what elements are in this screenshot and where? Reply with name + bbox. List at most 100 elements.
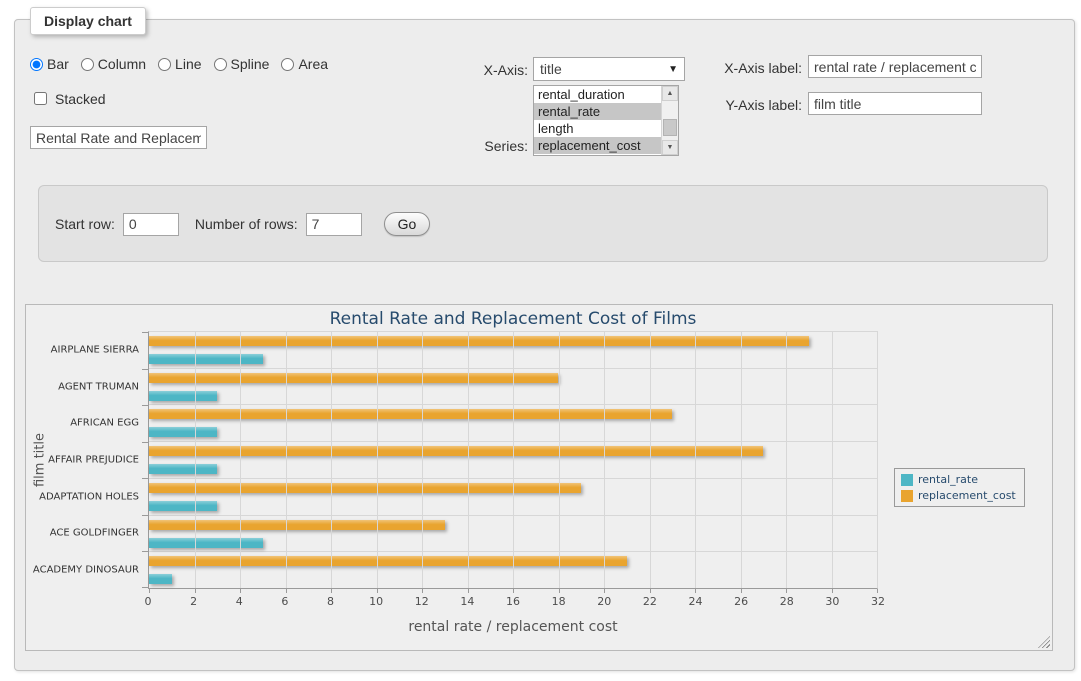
series-multiselect[interactable]: rental_durationrental_ratelengthreplacem…	[533, 85, 679, 156]
chart-type-label: Bar	[47, 56, 69, 72]
x-axis-title: rental rate / replacement cost	[148, 619, 878, 635]
scrollbar-thumb[interactable]	[663, 119, 677, 137]
gridline	[240, 332, 241, 588]
series-option-length[interactable]: length	[534, 120, 661, 137]
chart-type-area[interactable]: Area	[281, 56, 328, 72]
x-tick-label: 24	[689, 595, 703, 608]
chart-type-radio-group: Bar Column Line Spline Area	[30, 56, 328, 72]
x-axis-tick	[286, 589, 287, 593]
rental_rate-bar	[149, 354, 263, 364]
scrollbar-track[interactable]	[662, 101, 678, 140]
start-row-input[interactable]	[123, 213, 179, 236]
gridline	[559, 332, 560, 588]
y-axis-tick	[142, 369, 149, 370]
chart-type-radio-column[interactable]	[81, 58, 94, 71]
x-axis-label-input[interactable]	[808, 55, 982, 78]
gridline	[331, 332, 332, 588]
x-axis-tick	[695, 589, 696, 593]
series-option-rental_duration[interactable]: rental_duration	[534, 86, 661, 103]
stacked-checkbox-row[interactable]: Stacked	[30, 89, 106, 108]
category-label: AGENT TRUMAN	[58, 381, 139, 392]
x-axis-tick	[604, 589, 605, 593]
rental_rate-bar	[149, 501, 217, 511]
category-label: ACADEMY DINOSAUR	[33, 565, 139, 576]
x-tick-label: 20	[597, 595, 611, 608]
x-axis-tick	[559, 589, 560, 593]
x-tick-label: 28	[780, 595, 794, 608]
category-label: AFFAIR PREJUDICE	[48, 455, 139, 466]
rental_rate-bar	[149, 427, 217, 437]
x-tick-label: 18	[552, 595, 566, 608]
y-axis-tick	[142, 551, 149, 552]
legend-item-rental_rate[interactable]: rental_rate	[901, 473, 1016, 486]
start-row-label: Start row:	[55, 216, 115, 232]
x-axis-tick	[195, 589, 196, 593]
go-button[interactable]: Go	[384, 212, 431, 236]
x-axis-tick	[741, 589, 742, 593]
x-axis-selected-value: title	[540, 61, 668, 77]
x-axis-select[interactable]: title ▼	[533, 57, 685, 81]
x-axis-tick	[832, 589, 833, 593]
num-rows-label: Number of rows:	[195, 216, 298, 232]
chart-type-line[interactable]: Line	[158, 56, 201, 72]
chart-type-spline[interactable]: Spline	[214, 56, 270, 72]
plot-area: AIRPLANE SIERRAAGENT TRUMANAFRICAN EGGAF…	[148, 331, 878, 589]
y-axis-title: film title	[33, 433, 48, 487]
chart-type-radio-bar[interactable]	[30, 58, 43, 71]
y-axis-tick	[142, 442, 149, 443]
series-list-label: Series:	[435, 138, 528, 154]
replacement_cost-bar	[149, 556, 627, 566]
chart-container: Rental Rate and Replacement Cost of Film…	[25, 304, 1053, 651]
x-tick-label: 6	[281, 595, 288, 608]
legend-item-replacement_cost[interactable]: replacement_cost	[901, 489, 1016, 502]
num-rows-input[interactable]	[306, 213, 362, 236]
gridline	[513, 332, 514, 588]
x-tick-label: 12	[415, 595, 429, 608]
x-tick-label: 8	[327, 595, 334, 608]
x-axis-tick	[877, 589, 878, 593]
y-axis-label-label: Y-Axis label:	[705, 97, 802, 113]
series-options: rental_durationrental_ratelengthreplacem…	[534, 86, 661, 155]
rental_rate-bar	[149, 464, 217, 474]
chart-type-radio-line[interactable]	[158, 58, 171, 71]
chart-type-label: Spline	[231, 56, 270, 72]
x-axis-tick	[149, 589, 150, 593]
y-axis-tick	[142, 515, 149, 516]
x-axis-tick	[331, 589, 332, 593]
x-tick-label: 2	[190, 595, 197, 608]
x-axis-tick-labels: 02468101214161820222426283032	[148, 595, 878, 609]
scroll-up-icon[interactable]: ▲	[662, 86, 678, 101]
x-tick-label: 4	[236, 595, 243, 608]
series-option-rental_rate[interactable]: rental_rate	[534, 103, 661, 120]
category-label: AIRPLANE SIERRA	[51, 344, 139, 355]
y-axis-tick	[142, 332, 149, 333]
chart-title-input[interactable]	[30, 126, 207, 149]
chart-type-bar[interactable]: Bar	[30, 56, 69, 72]
gridline	[741, 332, 742, 588]
gridline	[286, 332, 287, 588]
y-axis-label-input[interactable]	[808, 92, 982, 115]
x-axis-tick	[650, 589, 651, 593]
chart-type-label: Area	[298, 56, 328, 72]
x-tick-label: 30	[825, 595, 839, 608]
legend-label: rental_rate	[918, 473, 978, 486]
gridline	[377, 332, 378, 588]
chart-type-radio-spline[interactable]	[214, 58, 227, 71]
chart-type-label: Column	[98, 56, 146, 72]
chart-title: Rental Rate and Replacement Cost of Film…	[148, 309, 878, 329]
chart-type-radio-area[interactable]	[281, 58, 294, 71]
gridline	[604, 332, 605, 588]
stacked-checkbox[interactable]	[34, 92, 47, 105]
resize-grip-icon[interactable]	[1038, 636, 1050, 648]
gridline	[650, 332, 651, 588]
gridline	[422, 332, 423, 588]
fieldset-legend: Display chart	[30, 7, 146, 35]
replacement_cost-bar	[149, 520, 445, 530]
y-axis-tick	[142, 478, 149, 479]
scroll-down-icon[interactable]: ▼	[662, 140, 678, 155]
series-list-scrollbar[interactable]: ▲ ▼	[661, 86, 678, 155]
x-axis-tick	[422, 589, 423, 593]
chart-type-column[interactable]: Column	[81, 56, 146, 72]
x-axis-tick	[240, 589, 241, 593]
series-option-replacement_cost[interactable]: replacement_cost	[534, 137, 661, 154]
